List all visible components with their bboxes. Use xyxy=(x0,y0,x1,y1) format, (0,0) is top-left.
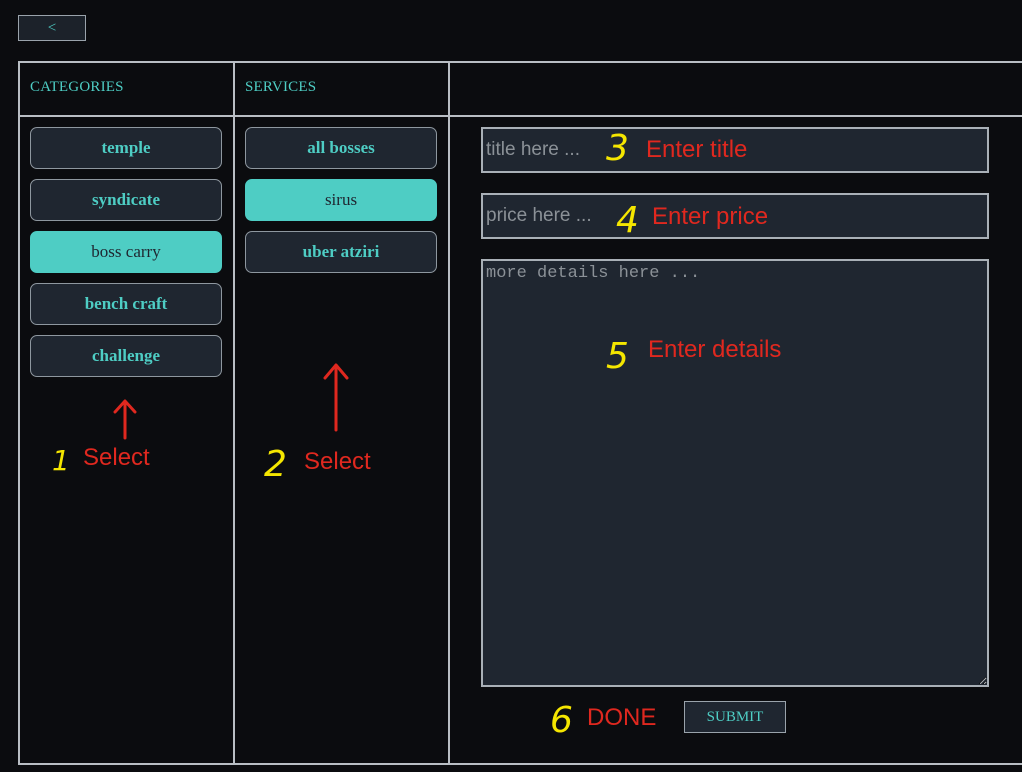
step-3-number: 3 xyxy=(606,128,629,169)
step-2-label: Select xyxy=(304,448,371,475)
category-temple[interactable]: temple xyxy=(30,127,222,169)
step-6-number: 6 xyxy=(550,700,573,741)
service-sirus[interactable]: sirus xyxy=(245,179,437,221)
category-syndicate[interactable]: syndicate xyxy=(30,179,222,221)
step-6-label: DONE xyxy=(587,704,657,731)
step-5-label: Enter details xyxy=(648,336,782,363)
category-bench-craft[interactable]: bench craft xyxy=(30,283,222,325)
submit-button[interactable]: SUBMIT xyxy=(684,701,786,733)
column-divider-2 xyxy=(448,61,450,765)
details-textarea[interactable] xyxy=(481,259,989,687)
step-4-number: 4 xyxy=(616,200,639,241)
step-2-number: 2 xyxy=(264,444,287,485)
service-all-bosses[interactable]: all bosses xyxy=(245,127,437,169)
arrow-up-icon xyxy=(323,363,349,432)
header-divider xyxy=(18,115,1022,117)
categories-header: CATEGORIES xyxy=(30,79,124,95)
category-boss-carry[interactable]: boss carry xyxy=(30,231,222,273)
step-3-label: Enter title xyxy=(646,136,748,163)
category-challenge[interactable]: challenge xyxy=(30,335,222,377)
step-1-number: 1 xyxy=(52,444,70,477)
services-header: SERVICES xyxy=(245,79,317,95)
back-button[interactable]: < xyxy=(18,15,86,41)
column-divider-1 xyxy=(233,61,235,765)
page: < CATEGORIES SERVICES temple syndicate b… xyxy=(0,0,1022,772)
step-5-number: 5 xyxy=(606,336,629,377)
step-4-label: Enter price xyxy=(652,203,769,230)
arrow-up-icon xyxy=(113,399,137,440)
service-uber-atziri[interactable]: uber atziri xyxy=(245,231,437,273)
step-1-label: Select xyxy=(83,444,150,471)
